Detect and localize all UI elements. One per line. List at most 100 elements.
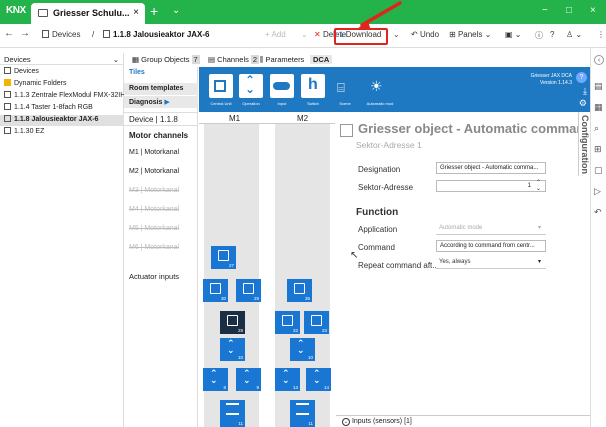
tree-item[interactable]: 1.1.3 Zentrale FlexModul FMX-32IH xyxy=(0,91,124,102)
minimize-button[interactable]: − xyxy=(542,5,548,16)
object-block[interactable]: 33 xyxy=(304,311,329,334)
automatic-mode-label: Automatic mod xyxy=(366,101,394,106)
tab-dca[interactable]: DCA xyxy=(310,55,333,64)
command-field[interactable]: According to command from centr... xyxy=(436,240,546,252)
tab-group-objects[interactable]: ▦ Group Objects 7 xyxy=(132,55,200,64)
tab-channels[interactable]: ▤ Channels 2 xyxy=(208,55,260,64)
play-panel-icon[interactable]: ▷ xyxy=(594,186,601,197)
column-header-m2: M2 xyxy=(297,114,309,123)
object-block[interactable]: 35 xyxy=(287,279,312,302)
automatic-mode-tile[interactable]: ☀ xyxy=(365,74,389,98)
document-tab[interactable]: Griesser Schulu... × xyxy=(31,3,145,24)
object-icon xyxy=(218,250,229,261)
close-button[interactable]: × xyxy=(590,5,596,16)
scene-tile[interactable]: ⌸ xyxy=(333,74,357,98)
configuration-tab[interactable]: Configuration xyxy=(578,112,590,176)
properties-icon[interactable]: ▤ xyxy=(594,81,603,92)
object-block[interactable]: 11 xyxy=(220,400,245,427)
detail-subtitle: Sektor-Adresse 1 xyxy=(356,140,422,150)
device-icon xyxy=(103,30,110,38)
channel-item[interactable]: M4 | Motorkanal xyxy=(124,206,198,213)
object-block[interactable]: 30 xyxy=(203,279,228,302)
note-icon[interactable]: ▢ xyxy=(594,165,603,176)
help-circle-icon[interactable]: ? xyxy=(576,72,587,83)
add-button[interactable]: + Add xyxy=(265,30,286,39)
application-label: Application xyxy=(358,225,398,234)
comment-icon[interactable]: ⌕ xyxy=(594,123,599,134)
forward-button[interactable]: → xyxy=(20,28,30,39)
grid-icon[interactable]: ▦ xyxy=(594,102,603,113)
inputs-sensors-section[interactable]: ⌄ Inputs (sensors) [1] xyxy=(336,415,590,427)
undo-button[interactable]: ↶ Undo xyxy=(411,30,439,39)
breadcrumb-devices[interactable]: Devices xyxy=(42,30,80,39)
channel-item[interactable]: M1 | Motorkanal xyxy=(124,149,198,156)
object-block-selected[interactable]: 28 xyxy=(220,311,245,334)
tree-item[interactable]: 1.1.8 Jalousieaktor JAX-6 xyxy=(0,115,124,126)
table-icon[interactable]: ⊞ xyxy=(594,144,602,155)
operation-tile[interactable]: ⌃ ⌄ xyxy=(239,74,263,98)
view-icon[interactable]: ▣ ⌄ xyxy=(505,30,521,39)
object-block[interactable]: 32 xyxy=(275,311,300,334)
menu-tiles[interactable]: Tiles xyxy=(124,69,198,76)
application-dropdown-icon: ▾ xyxy=(538,225,542,231)
channel-item[interactable]: M5 | Motorkanal xyxy=(124,225,198,232)
tree-item[interactable]: 1.1.30 EZ xyxy=(0,127,124,138)
tab-close-button[interactable]: × xyxy=(133,7,139,18)
tree-item[interactable]: 1.1.4 Taster 1-8fach RGB xyxy=(0,103,124,114)
undo-history-icon[interactable]: ↶ xyxy=(594,207,602,218)
menu-device[interactable]: Device | 1.1.8 xyxy=(124,112,198,126)
panels-button[interactable]: ⊞ Panels ⌄ xyxy=(449,30,491,39)
object-block[interactable]: ⌃ ⌄ 10 xyxy=(220,338,245,361)
object-block[interactable]: ⌃ ⌄ 14 xyxy=(306,368,331,391)
sektor-address-input[interactable]: 1 xyxy=(436,180,546,192)
object-block[interactable]: 27 xyxy=(211,246,236,269)
input-tile[interactable] xyxy=(270,74,294,98)
tab-parameters[interactable]: ⫼ Parameters xyxy=(260,55,304,65)
up-down-icon: ⌃ ⌄ xyxy=(227,338,235,355)
channel-item[interactable]: M6 | Motorkanal xyxy=(124,244,198,251)
settings-gear-icon[interactable]: ⚙ xyxy=(579,98,587,109)
designation-field[interactable]: Griesser object - Automatic comma... xyxy=(436,162,546,174)
devices-panel-header[interactable]: Devices ⌄ xyxy=(0,53,124,65)
menu-room-templates[interactable]: Room templates xyxy=(124,83,198,95)
breadcrumb-device[interactable]: 1.1.8 Jalousieaktor JAX-6 xyxy=(103,30,210,39)
spinner-icon[interactable]: ⌃ ⌄ xyxy=(536,180,541,192)
application-select[interactable]: Automatic mode xyxy=(436,223,546,235)
repeat-command-select[interactable]: Yes, always xyxy=(436,257,546,269)
central-unit-icon xyxy=(214,80,226,92)
function-header: Function xyxy=(356,207,399,218)
device-icon xyxy=(4,103,11,110)
tree-item[interactable]: Devices xyxy=(0,67,124,78)
device-icon xyxy=(4,67,11,74)
menu-actuator-inputs[interactable]: Actuator inputs xyxy=(124,272,198,281)
central-unit-tile[interactable] xyxy=(209,74,233,98)
new-tab-button[interactable]: + xyxy=(150,3,158,19)
switch-tile[interactable]: h xyxy=(301,74,325,98)
object-icon xyxy=(294,283,305,294)
more-menu-button[interactable]: ⋮ xyxy=(597,30,605,39)
channel-item[interactable]: M2 | Motorkanal xyxy=(124,168,198,175)
command-label: Command xyxy=(358,243,395,252)
menu-diagnosis[interactable]: Diagnosis ▶ xyxy=(124,96,198,108)
document-icon xyxy=(38,9,48,17)
operation-label: Operation xyxy=(242,101,260,106)
tree-item[interactable]: Dynamic Folders xyxy=(0,79,124,90)
back-button[interactable]: ← xyxy=(4,28,14,39)
channel-item[interactable]: M3 | Motorkanal xyxy=(124,187,198,194)
up-down-icon: ⌃ ⌄ xyxy=(243,368,251,385)
collapse-icon[interactable]: ‹ xyxy=(594,55,604,65)
info-icon[interactable]: ⓘ xyxy=(535,30,543,41)
object-block[interactable]: ⌃ ⌄ 8 xyxy=(203,368,228,391)
object-block[interactable]: 11 xyxy=(290,400,315,427)
tab-menu-button[interactable]: ⌄ xyxy=(172,5,180,16)
object-block[interactable]: 29 xyxy=(236,279,261,302)
download-small-icon[interactable]: ⤓ xyxy=(583,86,587,97)
maximize-button[interactable]: □ xyxy=(566,5,572,16)
column-header-m1: M1 xyxy=(229,114,241,123)
help-icon[interactable]: ? xyxy=(550,30,554,39)
user-icon[interactable]: ♙ ⌄ xyxy=(566,30,582,39)
object-block[interactable]: ⌃ ⌄ 9 xyxy=(236,368,261,391)
object-detail-panel: Griesser object - Automatic command #28 … xyxy=(336,112,606,427)
object-block[interactable]: ⌃ ⌄ 13 xyxy=(275,368,300,391)
object-block[interactable]: ⌃ ⌄ 10 xyxy=(290,338,315,361)
